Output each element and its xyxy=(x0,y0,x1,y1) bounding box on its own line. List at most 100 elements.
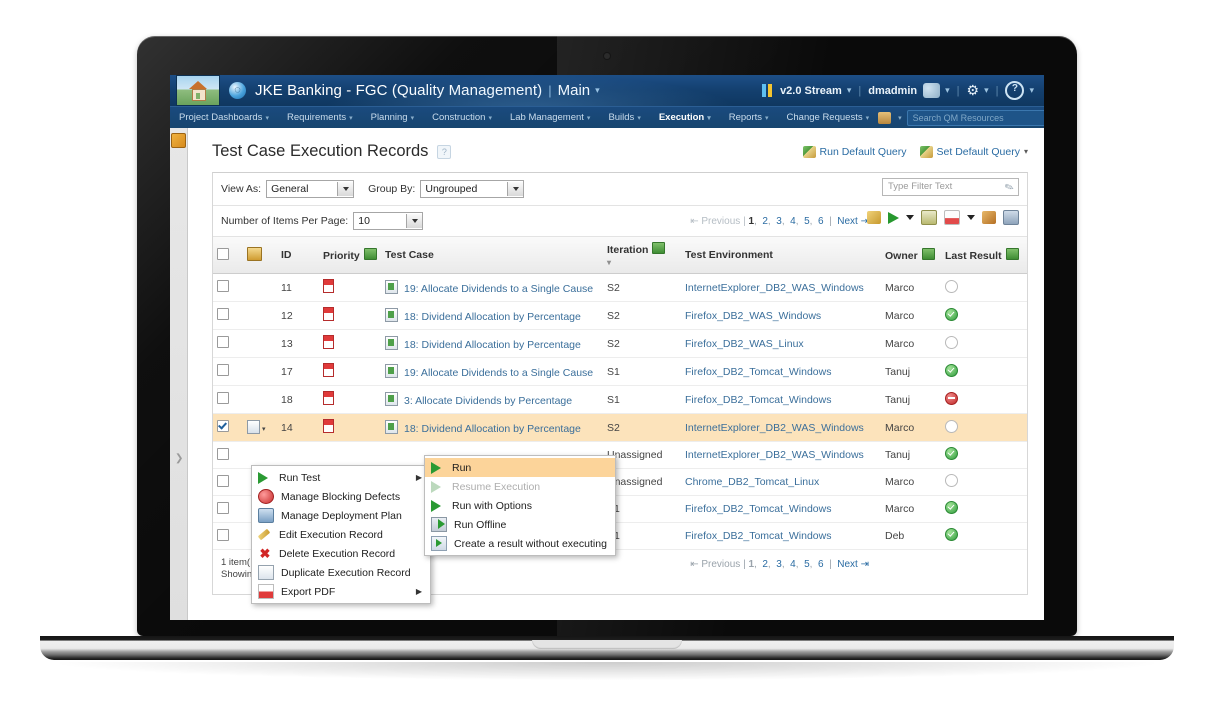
row-checkbox-cell[interactable] xyxy=(213,441,243,469)
row-checkbox[interactable] xyxy=(217,364,229,376)
submenu-item-run[interactable]: Run xyxy=(425,458,615,477)
people-icon[interactable] xyxy=(923,83,941,98)
menu-item-edit-execution-record[interactable]: Edit Execution Record xyxy=(252,525,430,544)
next-link[interactable]: Next xyxy=(837,559,858,570)
row-menu-icon[interactable] xyxy=(247,420,260,434)
environment-link[interactable]: Firefox_DB2_Tomcat_Windows xyxy=(685,530,831,542)
row-test-case[interactable]: 19: Allocate Dividends to a Single Cause xyxy=(381,357,603,386)
row-icon-cell[interactable]: ▾ xyxy=(243,413,277,442)
test-case-link[interactable]: 3: Allocate Dividends by Percentage xyxy=(404,395,572,407)
iteration-expand-icon[interactable]: ▾ xyxy=(607,258,611,267)
submenu-item-create-result[interactable]: Create a result without executing xyxy=(425,534,615,553)
header-test-case[interactable]: Test Case xyxy=(381,237,603,274)
environment-link[interactable]: Firefox_DB2_WAS_Windows xyxy=(685,310,821,322)
row-environment[interactable]: InternetExplorer_DB2_WAS_Windows xyxy=(681,441,881,469)
submenu-item-run-offline[interactable]: Run Offline xyxy=(425,515,615,534)
items-per-page-dropdown-icon[interactable] xyxy=(406,214,423,228)
pdf-dropdown-icon[interactable] xyxy=(967,215,975,220)
table-row[interactable]: 13 18: Dividend Allocation by Percentage… xyxy=(213,329,1027,358)
nav-item-construction[interactable]: Construction ▾ xyxy=(423,112,501,123)
row-environment[interactable]: Firefox_DB2_Tomcat_Windows xyxy=(681,495,881,523)
row-environment[interactable]: Firefox_DB2_WAS_Windows xyxy=(681,301,881,330)
gear-chevron-down-icon[interactable]: ▾ xyxy=(984,85,989,96)
table-row[interactable]: 11 19: Allocate Dividends to a Single Ca… xyxy=(213,273,1027,302)
home-icon[interactable] xyxy=(176,75,220,106)
stream-chevron-down-icon[interactable]: ▾ xyxy=(847,85,852,96)
sort-icon[interactable] xyxy=(363,248,377,260)
page-6[interactable]: 6 xyxy=(818,559,824,570)
next-link[interactable]: Next xyxy=(837,216,858,227)
question-mark-icon[interactable]: ? xyxy=(437,144,452,159)
stream-label[interactable]: v2.0 Stream xyxy=(780,85,842,97)
row-test-case[interactable]: 18: Dividend Allocation by Percentage xyxy=(381,301,603,330)
select-all-checkbox[interactable] xyxy=(217,247,229,260)
group-by-select[interactable]: Ungrouped xyxy=(420,180,525,198)
row-checkbox[interactable] xyxy=(217,308,229,320)
row-environment[interactable]: Firefox_DB2_Tomcat_Windows xyxy=(681,522,881,550)
page-6[interactable]: 6 xyxy=(818,216,824,227)
row-checkbox-cell[interactable] xyxy=(213,522,243,550)
header-test-environment[interactable]: Test Environment xyxy=(681,237,881,274)
table-row-selected[interactable]: ▾ 14 18: Dividend Allocation by Percenta… xyxy=(213,413,1027,442)
nav-item-lab-management[interactable]: Lab Management ▾ xyxy=(501,112,599,123)
row-checkbox-cell[interactable] xyxy=(213,329,243,358)
test-case-link[interactable]: 18: Dividend Allocation by Percentage xyxy=(404,339,581,351)
grid-icon[interactable] xyxy=(1003,210,1019,225)
row-environment[interactable]: Firefox_DB2_Tomcat_Windows xyxy=(681,385,881,414)
user-chevron-down-icon[interactable]: ▾ xyxy=(945,85,950,96)
columns-icon[interactable] xyxy=(921,210,937,225)
nav-item-change-requests[interactable]: Change Requests ▾ xyxy=(778,112,879,123)
row-checkbox-cell[interactable] xyxy=(213,413,243,442)
bookmark-icon[interactable] xyxy=(878,111,892,124)
environment-link[interactable]: Firefox_DB2_Tomcat_Windows xyxy=(685,394,831,406)
chevron-down-icon[interactable]: ▾ xyxy=(595,85,600,96)
header-owner[interactable]: Owner xyxy=(881,237,941,274)
sort-icon[interactable] xyxy=(1005,248,1019,260)
row-environment[interactable]: InternetExplorer_DB2_WAS_Windows xyxy=(681,273,881,302)
row-checkbox[interactable] xyxy=(217,336,229,348)
header-id[interactable]: ID xyxy=(277,237,319,274)
view-as-select[interactable]: General xyxy=(266,180,355,198)
environment-link[interactable]: InternetExplorer_DB2_WAS_Windows xyxy=(685,449,864,461)
environment-link[interactable]: Chrome_DB2_Tomcat_Linux xyxy=(685,476,819,488)
environment-link[interactable]: Firefox_DB2_Tomcat_Windows xyxy=(685,503,831,515)
sort-icon[interactable] xyxy=(652,242,666,254)
rail-app-icon[interactable] xyxy=(171,133,186,148)
nav-item-project-dashboards[interactable]: Project Dashboards ▾ xyxy=(170,112,278,123)
help-chevron-down-icon[interactable]: ▾ xyxy=(1029,85,1034,96)
filter-pen-icon[interactable]: ✎ xyxy=(1002,179,1016,197)
row-checkbox-cell[interactable] xyxy=(213,385,243,414)
pdf-icon[interactable] xyxy=(944,210,960,225)
row-checkbox[interactable] xyxy=(217,501,229,514)
menu-item-export-pdf[interactable]: Export PDF ▶ xyxy=(252,582,430,601)
row-checkbox[interactable] xyxy=(217,280,229,292)
items-per-page-select[interactable]: 10 xyxy=(353,212,424,230)
submenu-item-run-with-options[interactable]: Run with Options xyxy=(425,496,615,515)
filter-text-input[interactable]: Type Filter Text ✎ xyxy=(882,178,1019,196)
environment-link[interactable]: InternetExplorer_DB2_WAS_Windows xyxy=(685,282,864,294)
table-row[interactable]: 18 3: Allocate Dividends by Percentage S… xyxy=(213,385,1027,414)
bookmark-chevron-down-icon[interactable]: ▾ xyxy=(898,114,902,122)
table-row[interactable]: 12 18: Dividend Allocation by Percentage… xyxy=(213,301,1027,330)
row-test-case[interactable]: 19: Allocate Dividends to a Single Cause xyxy=(381,273,603,302)
expand-rail-icon[interactable]: ❯ xyxy=(175,453,183,464)
row-environment[interactable]: Chrome_DB2_Tomcat_Linux xyxy=(681,468,881,496)
header-select-all[interactable] xyxy=(213,237,243,274)
user-label[interactable]: dmadmin xyxy=(868,85,917,97)
menu-item-manage-blocking-defects[interactable]: Manage Blocking Defects xyxy=(252,487,430,506)
gear-icon[interactable]: ⚙ xyxy=(967,83,980,98)
nav-item-reports[interactable]: Reports ▾ xyxy=(720,112,778,123)
columns-config-icon[interactable] xyxy=(247,246,262,261)
link-icon[interactable] xyxy=(867,211,881,224)
test-case-link[interactable]: 19: Allocate Dividends to a Single Cause xyxy=(404,367,593,379)
nav-item-planning[interactable]: Planning ▾ xyxy=(362,112,424,123)
row-checkbox-cell[interactable] xyxy=(213,273,243,302)
sort-icon[interactable] xyxy=(921,248,935,260)
menu-item-duplicate-execution-record[interactable]: Duplicate Execution Record xyxy=(252,563,430,582)
row-test-case[interactable]: 18: Dividend Allocation by Percentage xyxy=(381,329,603,358)
nav-item-execution[interactable]: Execution ▾ xyxy=(650,112,720,123)
banner-main-label[interactable]: Main xyxy=(558,82,591,99)
row-checkbox[interactable] xyxy=(217,447,229,460)
row-environment[interactable]: Firefox_DB2_WAS_Linux xyxy=(681,329,881,358)
export-icon[interactable] xyxy=(982,211,996,224)
